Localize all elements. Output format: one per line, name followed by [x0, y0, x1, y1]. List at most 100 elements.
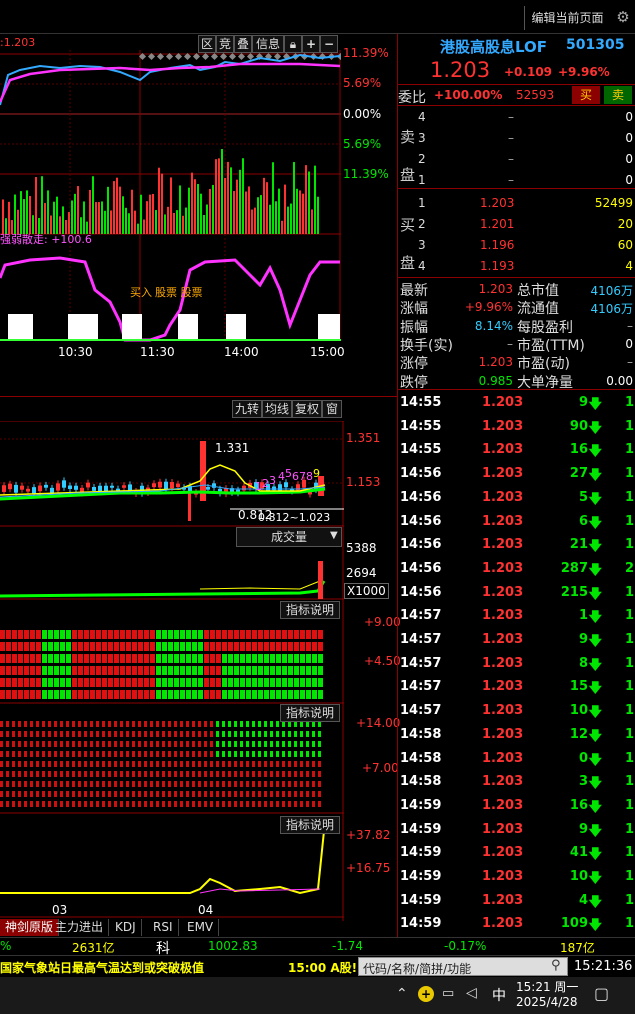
- ask-price[interactable]: –: [508, 173, 514, 187]
- indicator-mark: [282, 731, 285, 737]
- ask-price[interactable]: –: [508, 131, 514, 145]
- tab-main-force[interactable]: 主力进出: [50, 919, 110, 936]
- tick-row: 14:55 1.203 9 🡇︎ 1: [398, 392, 635, 416]
- toolbar-ma-button[interactable]: 均线: [262, 400, 292, 418]
- edit-page-button[interactable]: 编辑当前页面: [524, 6, 610, 30]
- indicator-mark: [30, 791, 33, 797]
- indicator-block: [168, 642, 173, 651]
- indicator-mark: [186, 751, 189, 757]
- tick-time: 14:57: [400, 632, 442, 647]
- ask-price[interactable]: –: [508, 110, 514, 124]
- taskbar-time[interactable]: 15:21 周一: [516, 978, 578, 995]
- tab-rsi[interactable]: RSI: [148, 919, 179, 936]
- indicator-mark: [216, 751, 219, 757]
- volume-bar: [134, 210, 136, 234]
- indicator-mark: [120, 791, 123, 797]
- indicator-block: [228, 630, 233, 639]
- down-arrow-icon: 🡇︎: [588, 634, 602, 649]
- indicator-block: [300, 690, 305, 699]
- indicator-mark: [294, 771, 297, 777]
- toolbar-window-button[interactable]: 窗: [322, 400, 342, 418]
- chevron-up-icon[interactable]: ⌃: [396, 986, 408, 1002]
- indicator-mark: [264, 731, 267, 737]
- indicator-help-button[interactable]: 指标说明: [280, 816, 340, 834]
- news-ticker[interactable]: 国家气象站日最高气温达到或突破极值: [0, 959, 204, 976]
- search-icon[interactable]: ⚲: [551, 958, 561, 973]
- indicator-mark: [228, 741, 231, 747]
- indicator-block: [72, 690, 77, 699]
- bid-price[interactable]: 1.203: [480, 196, 514, 210]
- indicator-mark: [246, 801, 249, 807]
- indicator-block: [72, 678, 77, 687]
- volume-bar: [230, 167, 232, 234]
- tick-volume: 10: [569, 703, 588, 719]
- volume-bar: [56, 196, 58, 234]
- indicator-block: [312, 654, 317, 663]
- toolbar-adjust-button[interactable]: 复权: [292, 400, 322, 418]
- indicator-block: [24, 654, 29, 663]
- volume-bar: [110, 210, 112, 234]
- divider: [398, 277, 635, 278]
- news-ticker-2[interactable]: 15:00 A股!: [288, 959, 357, 976]
- indicator-mark: [102, 751, 105, 757]
- app-tray-icon[interactable]: +: [418, 986, 434, 1002]
- tick-row: 14:57 1.203 15 🡇︎ 1: [398, 676, 635, 700]
- indicator-mark: [108, 731, 111, 737]
- indicator-mark: [66, 801, 69, 807]
- indicator-block: [222, 642, 227, 651]
- dropdown-icon[interactable]: ▼: [330, 530, 338, 541]
- indicator-block: [42, 690, 47, 699]
- volume-bar: [161, 173, 163, 234]
- bid-price[interactable]: 1.193: [480, 259, 514, 273]
- quote-label: 最新: [400, 283, 428, 299]
- indicator-mark: [252, 801, 255, 807]
- indicator-block: [54, 654, 59, 663]
- indicator-block: [114, 642, 119, 651]
- buy-button[interactable]: 买: [572, 86, 600, 104]
- kline-range-label: 0.812~1.023: [258, 511, 331, 524]
- tick-volume: 1: [578, 608, 588, 624]
- indicator-mark: [246, 791, 249, 797]
- settings-gear-icon[interactable]: ⚙: [614, 8, 632, 26]
- taskbar-date[interactable]: 2025/4/28: [516, 995, 578, 1009]
- indicator-block: [54, 678, 59, 687]
- indicator-mark: [24, 771, 27, 777]
- indicator-mark: [156, 761, 159, 767]
- volume-icon[interactable]: ◁: [466, 985, 477, 1001]
- indicator-mark: [114, 731, 117, 737]
- tab-emv[interactable]: EMV: [182, 919, 220, 936]
- ask-price[interactable]: –: [508, 152, 514, 166]
- ime-indicator[interactable]: 中: [492, 985, 506, 1005]
- indicator-block: [42, 654, 47, 663]
- indicator-block: [90, 666, 95, 675]
- indicator-block: [120, 666, 125, 675]
- volume-selector[interactable]: 成交量: [236, 527, 342, 547]
- indicator-mark: [198, 801, 201, 807]
- indicator-block: [264, 666, 269, 675]
- indicator-mark: [42, 761, 45, 767]
- toolbar-td-button[interactable]: 九转: [232, 400, 262, 418]
- tick-price: 1.203: [482, 916, 524, 932]
- indicator-mark: [120, 771, 123, 777]
- network-icon[interactable]: ▭: [442, 986, 454, 1001]
- bid-price[interactable]: 1.201: [480, 217, 514, 231]
- quote-value: 0: [625, 336, 633, 351]
- ask-volume: 0: [625, 131, 633, 145]
- bid-price[interactable]: 1.196: [480, 238, 514, 252]
- tab-kdj[interactable]: KDJ: [110, 919, 142, 936]
- notification-icon[interactable]: ▢: [594, 984, 609, 1003]
- sell-button[interactable]: 卖: [604, 86, 632, 104]
- indicator-help-button[interactable]: 指标说明: [280, 704, 340, 722]
- indicator-mark: [216, 771, 219, 777]
- ask-level: 2: [418, 152, 426, 166]
- search-input[interactable]: 代码/名称/简拼/功能 ⚲: [358, 957, 568, 976]
- indicator-help-button[interactable]: 指标说明: [280, 601, 340, 619]
- indicator-mark: [204, 801, 207, 807]
- volume-bar: [254, 207, 256, 234]
- indicator-mark: [210, 731, 213, 737]
- volume-bar: [140, 194, 142, 234]
- quote-value: 0.985: [478, 373, 513, 388]
- indicator-block: [162, 690, 167, 699]
- tick-row: 14:59 1.203 4 🡇︎ 1: [398, 890, 635, 914]
- indicator-block: [180, 654, 185, 663]
